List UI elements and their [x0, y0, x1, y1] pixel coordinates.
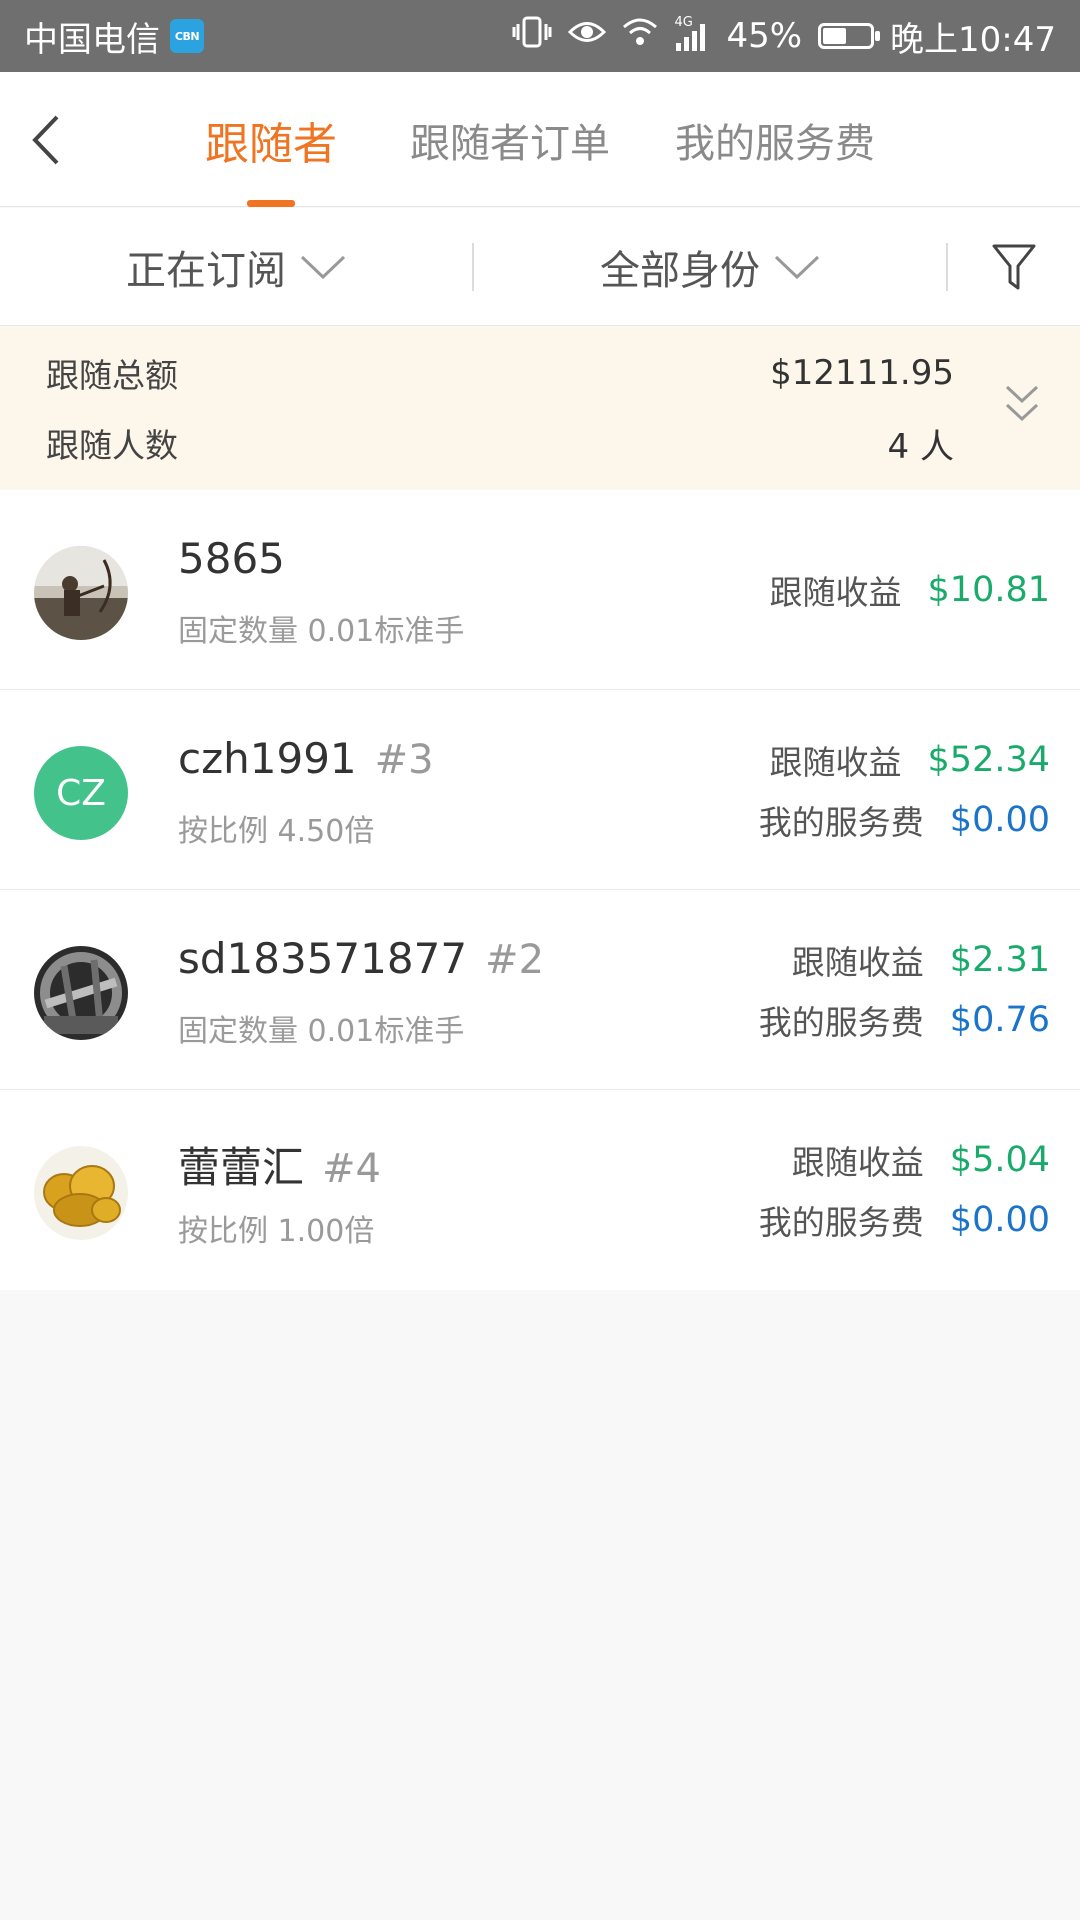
metrics: 跟随收益 $5.04 我的服务费 $0.00 — [630, 1130, 1050, 1250]
profit-value: $5.04 — [949, 1140, 1050, 1180]
total-amount-label: 跟随总额 — [46, 356, 178, 395]
copy-mode: 按比例 4.50倍 — [178, 814, 375, 849]
fee-label: 我的服务费 — [758, 1203, 924, 1242]
rank-badge: #2 — [485, 937, 545, 983]
active-tab-indicator — [247, 200, 295, 207]
avatar — [34, 946, 128, 1040]
follower-count-value: 4 人 — [887, 426, 954, 467]
rank-badge: #3 — [374, 737, 434, 783]
tab-follower-orders[interactable]: 跟随者订单 — [400, 72, 620, 207]
follower-name: 5865 — [178, 534, 285, 583]
metrics: 跟随收益 $2.31 我的服务费 $0.76 — [630, 930, 1050, 1050]
follower-list: 5865 固定数量 0.01标准手 跟随收益 $10.81 CZ czh1991… — [0, 490, 1080, 1290]
filter-bar: 正在订阅 全部身份 — [0, 208, 1080, 326]
identity-filter-label: 全部身份 — [600, 247, 760, 294]
avatar: CZ — [34, 746, 128, 840]
fee-row: 我的服务费 $0.76 — [630, 990, 1050, 1050]
battery-percent: 45% — [726, 16, 803, 56]
top-nav: 跟随者 跟随者订单 我的服务费 — [0, 72, 1080, 207]
status-bar: 中国电信 CBN 4G 45% 晚上10:47 — [0, 0, 1080, 72]
funnel-icon — [992, 244, 1036, 289]
follower-name: sd183571877 — [178, 934, 468, 983]
cbn-app-icon: CBN — [170, 19, 204, 53]
wifi-icon — [622, 16, 658, 56]
battery-icon — [818, 23, 881, 49]
back-button[interactable] — [26, 112, 66, 168]
profit-label: 跟随收益 — [769, 743, 902, 782]
tab-label: 我的服务费 — [675, 120, 875, 167]
follower-name: czh1991 — [178, 734, 357, 783]
follower-name-line: 5865 — [178, 534, 285, 583]
list-item[interactable]: 5865 固定数量 0.01标准手 跟随收益 $10.81 — [0, 490, 1080, 690]
clock: 晚上10:47 — [890, 19, 1056, 60]
filter-button[interactable] — [948, 242, 1080, 292]
chevron-down-icon — [774, 255, 820, 279]
signal-icon: 4G — [674, 15, 710, 51]
back-arrow-icon — [32, 115, 59, 165]
copy-mode: 固定数量 0.01标准手 — [178, 1014, 465, 1049]
fee-value: $0.00 — [949, 1200, 1050, 1240]
profit-label: 跟随收益 — [791, 1143, 924, 1182]
tab-my-service-fee[interactable]: 我的服务费 — [670, 72, 880, 207]
total-amount-value: $12111.95 — [770, 353, 954, 393]
vibrate-icon — [512, 15, 552, 58]
avatar — [34, 1146, 128, 1240]
copy-mode: 按比例 1.00倍 — [178, 1214, 375, 1249]
expand-button[interactable] — [1004, 383, 1040, 429]
follower-name-line: czh1991 #3 — [178, 734, 434, 783]
copy-mode: 固定数量 0.01标准手 — [178, 614, 465, 649]
profit-row: 跟随收益 $52.34 — [630, 730, 1050, 790]
list-item[interactable]: 蕾蕾汇 #4 按比例 1.00倍 跟随收益 $5.04 我的服务费 $0.00 — [0, 1090, 1080, 1290]
chevron-down-icon — [300, 255, 346, 279]
network-type: 4G — [674, 15, 693, 30]
identity-filter-dropdown[interactable]: 全部身份 — [474, 238, 946, 296]
follower-name-line: 蕾蕾汇 #4 — [178, 1134, 381, 1195]
status-filter-label: 正在订阅 — [126, 247, 286, 294]
fee-label: 我的服务费 — [758, 803, 924, 842]
metrics: 跟随收益 $52.34 我的服务费 $0.00 — [630, 730, 1050, 850]
fee-value: $0.76 — [949, 1000, 1050, 1040]
avatar — [34, 546, 128, 640]
list-item[interactable]: sd183571877 #2 固定数量 0.01标准手 跟随收益 $2.31 我… — [0, 890, 1080, 1090]
profit-value: $52.34 — [927, 740, 1050, 780]
fee-label: 我的服务费 — [758, 1003, 924, 1042]
follower-name: 蕾蕾汇 — [178, 1143, 305, 1192]
profit-label: 跟随收益 — [769, 573, 902, 612]
fee-row: 我的服务费 $0.00 — [630, 790, 1050, 850]
double-chevron-down-icon — [1005, 385, 1039, 422]
tab-label: 跟随者 — [205, 118, 337, 170]
fee-value: $0.00 — [949, 800, 1050, 840]
profit-row: 跟随收益 $2.31 — [630, 930, 1050, 990]
profit-label: 跟随收益 — [791, 943, 924, 982]
fee-row: 我的服务费 $0.00 — [630, 1190, 1050, 1250]
follower-count-row: 跟随人数 4 人 — [46, 413, 954, 473]
rank-badge: #4 — [322, 1146, 381, 1192]
eye-icon — [568, 16, 607, 56]
profit-value: $2.31 — [949, 940, 1050, 980]
profit-row: 跟随收益 $5.04 — [630, 1130, 1050, 1190]
follower-count-label: 跟随人数 — [46, 426, 178, 465]
list-item[interactable]: CZ czh1991 #3 按比例 4.50倍 跟随收益 $52.34 我的服务… — [0, 690, 1080, 890]
tab-label: 跟随者订单 — [410, 120, 610, 167]
carrier-name: 中国电信 — [24, 19, 160, 60]
tab-followers[interactable]: 跟随者 — [196, 72, 346, 207]
profit-value: $10.81 — [927, 570, 1050, 610]
summary-panel: 跟随总额 $12111.95 跟随人数 4 人 — [0, 327, 1080, 489]
follower-name-line: sd183571877 #2 — [178, 934, 544, 983]
profit-row: 跟随收益 $10.81 — [630, 560, 1050, 620]
status-filter-dropdown[interactable]: 正在订阅 — [0, 238, 472, 296]
metrics: 跟随收益 $10.81 — [630, 560, 1050, 620]
total-amount-row: 跟随总额 $12111.95 — [46, 343, 954, 403]
